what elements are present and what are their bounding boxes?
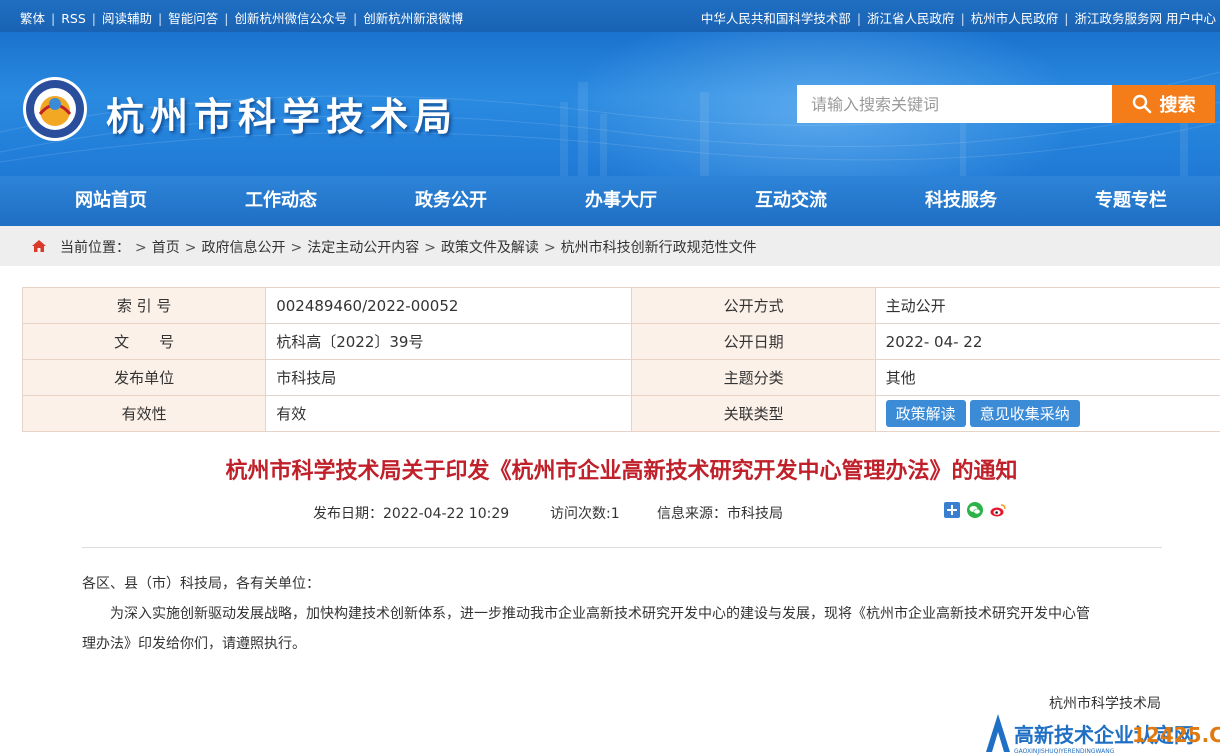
opinion-adoption-tag[interactable]: 意见收集采纳 xyxy=(969,400,1080,427)
nav-interaction[interactable]: 互动交流 xyxy=(706,176,876,226)
rss-link[interactable]: RSS xyxy=(61,11,86,26)
top-right-links: 中华人民共和国科学技术部 | 浙江省人民政府 | 杭州市人民政府 | 浙江政务服务网 用户中… xyxy=(700,11,1216,26)
meta-row: 有效性 有效 关联类型 政策解读 意见收集采纳 xyxy=(21,395,1220,432)
watermark-logo: 高新技术企业认定网 12425.CN GAOXINJISHUQIYERENDIN… xyxy=(986,714,1220,755)
visit-count: 访问次数:1 xyxy=(550,506,620,522)
nav-tech-service[interactable]: 科技服务 xyxy=(876,176,1046,226)
meta-key: 有效性 xyxy=(21,395,267,432)
breadcrumb-gov-info[interactable]: 政府信息公开 xyxy=(201,240,285,256)
nav-work-news[interactable]: 工作动态 xyxy=(196,176,366,226)
meta-value: 主动公开 xyxy=(874,287,1220,324)
breadcrumb-statutory-content[interactable]: 法定主动公开内容 xyxy=(307,240,419,256)
share-plus-icon[interactable] xyxy=(944,502,960,518)
meta-key: 发布单位 xyxy=(21,359,267,396)
wechat-share-icon[interactable] xyxy=(967,502,983,518)
nav-gov-affairs[interactable]: 政务公开 xyxy=(366,176,536,226)
info-source: 信息来源：市科技局 xyxy=(657,506,783,522)
reading-aid-link[interactable]: 阅读辅助 xyxy=(102,11,152,26)
meta-key: 公开日期 xyxy=(631,323,876,360)
header-banner: 杭州市科学技术局 搜索 xyxy=(0,32,1220,176)
search-input[interactable] xyxy=(797,85,1113,123)
search-icon xyxy=(1132,94,1151,114)
nav-special-topics[interactable]: 专题专栏 xyxy=(1046,176,1216,226)
most-link[interactable]: 中华人民共和国科学技术部 xyxy=(701,11,851,26)
publish-date: 发布日期：2022-04-22 10:29 xyxy=(313,506,510,522)
meta-value: 有效 xyxy=(265,395,633,432)
watermark-domain: 12425.CN xyxy=(1132,723,1220,747)
meta-value: 市科技局 xyxy=(265,359,633,396)
zjzwfw-user-center-link[interactable]: 浙江政务服务网 用户中心 xyxy=(1075,11,1216,26)
top-left-links: 繁体 | RSS | 阅读辅助 | 智能问答 | 创新杭州微信公众号 | 创新杭州新浪微博 xyxy=(20,11,464,26)
bureau-logo-icon xyxy=(23,77,87,141)
nav-service-hall[interactable]: 办事大厅 xyxy=(536,176,706,226)
salutation: 各区、县（市）科技局，各有关单位： xyxy=(82,576,320,592)
meta-key: 索 引 号 xyxy=(21,287,267,324)
breadcrumb-current[interactable]: 杭州市科技创新行政规范性文件 xyxy=(561,240,757,256)
traditional-chinese-link[interactable]: 繁体 xyxy=(20,11,45,26)
meta-key: 主题分类 xyxy=(631,359,876,396)
meta-key: 文 号 xyxy=(21,323,267,360)
smart-qa-link[interactable]: 智能问答 xyxy=(168,11,218,26)
breadcrumb: 当前位置： > 首页 > 政府信息公开 > 法定主动公开内容 > 政策文件及解读 > 杭州市科技创新… xyxy=(0,226,1220,266)
main-nav: 网站首页 工作动态 政务公开 办事大厅 互动交流 科技服务 专题专栏 xyxy=(0,176,1220,226)
meta-row: 发布单位 市科技局 主题分类 其他 xyxy=(21,359,1220,396)
meta-value: 杭科高〔2022〕39号 xyxy=(265,323,633,360)
meta-value: 2022- 04- 22 xyxy=(874,323,1220,360)
meta-key: 关联类型 xyxy=(631,395,876,432)
article-title: 杭州市科学技术局关于印发《杭州市企业高新技术研究开发中心管理办法》的通知 xyxy=(225,459,1018,484)
breadcrumb-home[interactable]: 首页 xyxy=(152,240,180,256)
nav-home[interactable]: 网站首页 xyxy=(26,176,196,226)
meta-row: 文 号 杭科高〔2022〕39号 公开日期 2022- 04- 22 xyxy=(21,323,1220,360)
body-paragraph-line1: 为深入实施创新驱动发展战略，加快构建技术创新体系，进一步推动我市企业高新技术研究… xyxy=(110,606,1090,622)
policy-interpretation-tag[interactable]: 政策解读 xyxy=(885,400,966,427)
weibo-account-link[interactable]: 创新杭州新浪微博 xyxy=(363,11,463,26)
meta-value: 其他 xyxy=(874,359,1220,396)
watermark-pinyin: GAOXINJISHUQIYERENDINGWANG xyxy=(1014,748,1115,755)
site-title[interactable]: 杭州市科学技术局 xyxy=(106,86,458,141)
home-icon xyxy=(32,240,46,252)
body-paragraph-line2: 理办法》印发给你们，请遵照执行。 xyxy=(82,636,306,652)
related-type-cell: 政策解读 意见收集采纳 xyxy=(874,395,1220,432)
meta-value: 002489460/2022-00052 xyxy=(265,287,633,324)
search-button-label: 搜索 xyxy=(1159,95,1196,116)
wechat-account-link[interactable]: 创新杭州微信公众号 xyxy=(234,11,347,26)
document-meta-table: 索 引 号 002489460/2022-00052 公开方式 主动公开 文 号… xyxy=(21,287,1220,432)
top-utility-bar: 繁体 | RSS | 阅读辅助 | 智能问答 | 创新杭州微信公众号 | 创新杭州新浪微博 中华人民… xyxy=(0,0,1220,32)
meta-key: 公开方式 xyxy=(631,287,876,324)
meta-row: 索 引 号 002489460/2022-00052 公开方式 主动公开 xyxy=(21,287,1220,324)
divider xyxy=(82,547,1162,548)
search-button[interactable]: 搜索 xyxy=(1112,85,1215,123)
weibo-share-icon[interactable] xyxy=(990,502,1006,518)
breadcrumb-policy-docs[interactable]: 政策文件及解读 xyxy=(441,240,539,256)
zhejiang-gov-link[interactable]: 浙江省人民政府 xyxy=(867,11,955,26)
search-box: 搜索 xyxy=(797,85,1215,123)
hangzhou-gov-link[interactable]: 杭州市人民政府 xyxy=(971,11,1059,26)
breadcrumb-label: 当前位置： xyxy=(60,240,130,256)
